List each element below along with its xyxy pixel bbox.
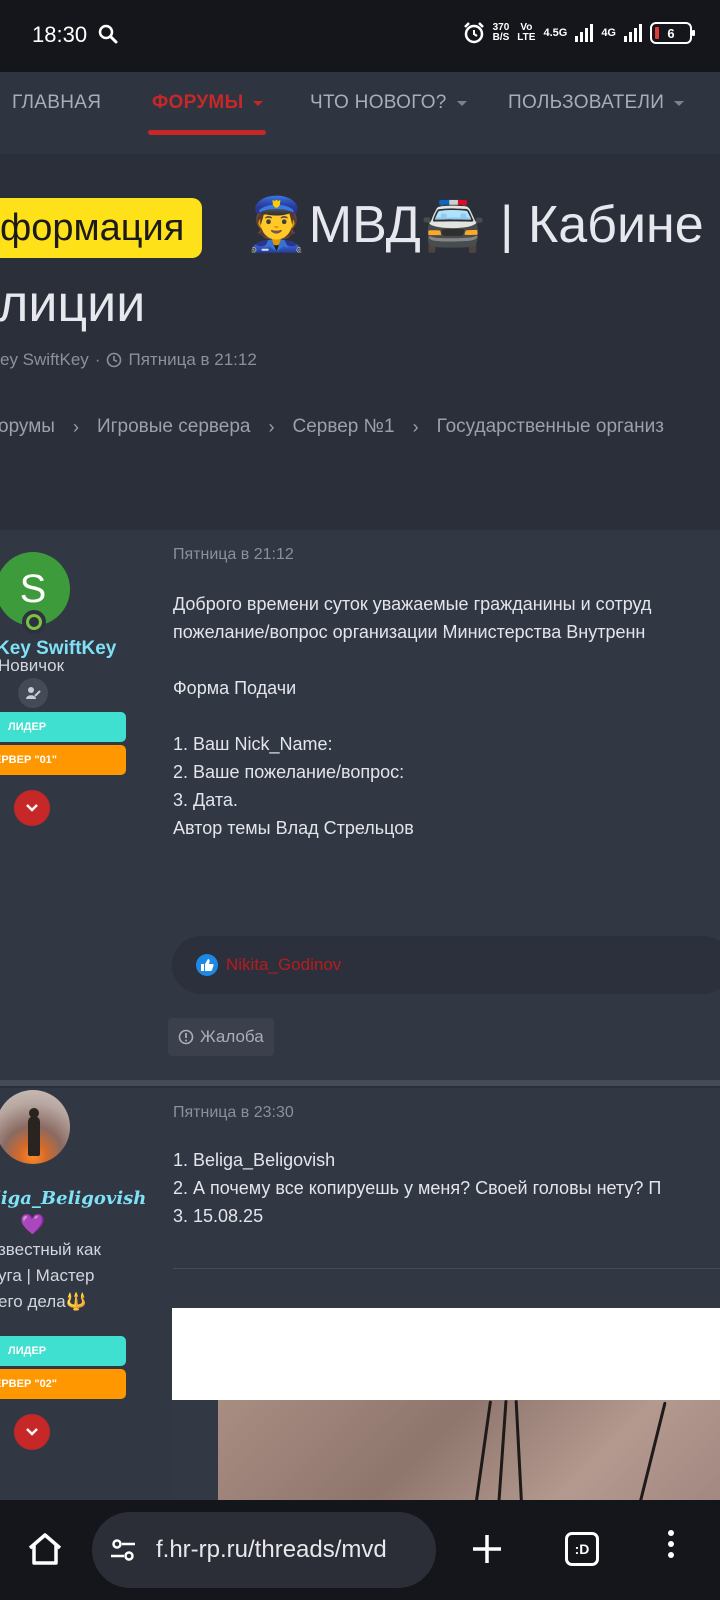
thread-meta: ey SwiftKey · Пятница в 21:12 [0,350,257,370]
post-body: 1. Beliga_Beligovish 2. А почему все коп… [173,1150,662,1226]
alert-circle-icon [178,1029,194,1045]
nav-item-home[interactable]: ГЛАВНАЯ [12,92,101,114]
site-settings-icon[interactable] [108,1535,138,1565]
chevron-down-icon[interactable] [253,100,264,106]
signal-icon-2 [624,24,642,42]
breadcrumb: орумы › Игровые сервера › Сервер №1 › Го… [0,416,664,438]
online-status-icon [22,610,46,634]
user-badge-server: ЕРВЕР "02" [0,1369,126,1399]
volte-indicator: Vo LTE [517,22,536,43]
user-badge-leader: ЛИДЕР [0,712,126,742]
expand-user-info-button[interactable] [14,1414,50,1450]
user-edit-icon[interactable] [18,678,48,708]
chevron-down-icon[interactable] [456,100,467,106]
new-tab-icon[interactable] [470,1532,504,1566]
user-badge-server: ЕРВЕР "01" [0,745,126,775]
thread-author[interactable]: ey SwiftKey [0,350,89,370]
tab-switcher-button[interactable]: :D [565,1532,599,1566]
thread-header: формация 👮МВД🚔 | Кабине лиции ey SwiftKe… [0,154,720,528]
net-type-1: 4.5G [543,27,568,39]
user-title: Новичок [0,656,65,675]
net-speed: 370 B/S [492,22,510,43]
status-bar: 18:30 370 B/S Vo LTE 4.5G 4G 6 [0,0,720,72]
thread-date[interactable]: Пятница в 21:12 [128,350,256,370]
user-title-line: его дела🔱 [0,1292,87,1311]
breadcrumb-item[interactable]: Сервер №1 [292,416,394,438]
breadcrumb-item[interactable]: Игровые сервера [97,416,251,438]
alarm-icon [463,22,484,44]
content-divider [173,1268,720,1269]
user-badge-leader: ЛИДЕР [0,1336,126,1366]
chevron-right-icon: › [268,416,275,437]
nav-active-underline [148,130,266,135]
status-time: 18:30 [32,22,88,47]
clock-icon [107,352,122,368]
nav-item-whats-new[interactable]: ЧТО НОВОГО? [310,92,467,114]
more-menu-icon[interactable] [668,1530,674,1558]
post-date[interactable]: Пятница в 23:30 [173,1104,294,1122]
report-button[interactable]: Жалоба [168,1018,274,1056]
breadcrumb-item[interactable]: Государственные организ [437,416,664,438]
search-icon [98,24,118,44]
post-username[interactable]: liga_Beligovish [0,1188,146,1209]
avatar[interactable] [0,1090,70,1164]
user-title-line: звестный как [0,1240,101,1259]
thread-prefix[interactable]: формация [0,198,203,258]
chevron-down-icon[interactable] [674,100,685,106]
expand-user-info-button[interactable] [14,790,50,826]
net-type-2: 4G [601,27,616,39]
reactions-bar[interactable]: Nikita_Godinov [172,936,720,994]
chevron-down-icon[interactable] [25,1427,39,1437]
chevron-right-icon: › [72,416,79,437]
url-text[interactable]: f.hr-rp.ru/threads/mvd [156,1536,387,1564]
chevron-right-icon: › [412,416,419,437]
post-date[interactable]: Пятница в 21:12 [173,546,294,564]
browser-toolbar: f.hr-rp.ru/threads/mvd :D [0,1500,720,1600]
nav-item-forums[interactable]: ФОРУМЫ [152,92,264,114]
battery-icon: 6 [650,22,695,44]
home-icon[interactable] [26,1530,64,1568]
post-body: Доброго времени суток уважаемые граждани… [173,594,652,838]
chevron-down-icon[interactable] [25,803,39,813]
embedded-image[interactable] [218,1400,720,1510]
signal-icon [575,24,594,42]
url-bar[interactable]: f.hr-rp.ru/threads/mvd [92,1512,436,1588]
thread-title: 👮МВД🚔 | Кабине [244,196,704,254]
thread-title-continued: лиции [0,275,146,333]
user-title-line: уга | Мастер [0,1266,95,1285]
post-1: S Key SwiftKey Новичок ЛИДЕР ЕРВЕР "01" … [0,530,720,1080]
heart-icon: 💜 [20,1214,45,1236]
post-divider [0,1080,720,1086]
thumbs-up-icon [196,954,218,976]
reaction-username[interactable]: Nikita_Godinov [226,955,341,975]
post-2: liga_Beligovish 💜 звестный как уга | Мас… [0,1088,720,1510]
breadcrumb-item[interactable]: орумы [0,416,55,438]
nav-item-members[interactable]: ПОЛЬЗОВАТЕЛИ [508,92,685,114]
main-nav: ГЛАВНАЯ ФОРУМЫ ЧТО НОВОГО? ПОЛЬЗОВАТЕЛИ [0,72,720,154]
